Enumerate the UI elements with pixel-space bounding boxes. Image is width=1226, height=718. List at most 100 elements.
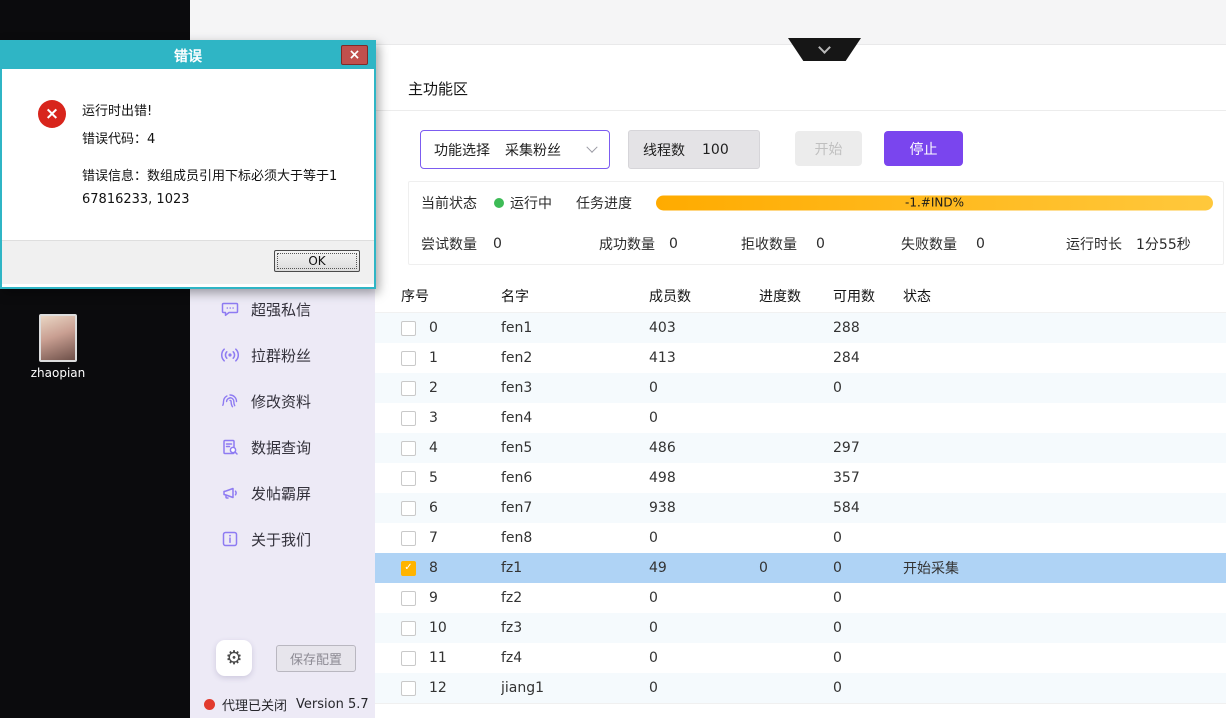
header-progress: 进度数: [759, 286, 833, 306]
row-checkbox[interactable]: [401, 321, 416, 336]
table-row[interactable]: 9fz200: [375, 583, 1226, 613]
cell-members: 403: [649, 320, 759, 336]
status-panel: 当前状态 运行中 任务进度 -1.#IND% 尝试数量 0 成功数量 0 拒收数…: [408, 181, 1224, 265]
progress-bar: -1.#IND%: [656, 195, 1213, 210]
table-row[interactable]: 2fen300: [375, 373, 1226, 403]
cell-available: 288: [833, 320, 903, 336]
error-message-line1: 运行时出错!: [82, 100, 152, 119]
stop-button[interactable]: 停止: [884, 131, 963, 166]
dialog-close-button[interactable]: ×: [341, 45, 368, 65]
chat-icon: [220, 299, 240, 319]
cell-members: 498: [649, 470, 759, 486]
cell-available: 584: [833, 500, 903, 516]
search-doc-icon: [220, 437, 240, 457]
function-select-label: 功能选择: [434, 140, 490, 160]
table-row[interactable]: 3fen40: [375, 403, 1226, 433]
status-row-1: 当前状态 运行中 任务进度 -1.#IND%: [409, 182, 1223, 223]
table-row[interactable]: 12jiang100: [375, 673, 1226, 703]
row-checkbox[interactable]: [401, 381, 416, 396]
row-checkbox[interactable]: ✓: [401, 561, 416, 576]
photo-thumbnail: [39, 314, 77, 362]
cell-name: fz4: [501, 650, 649, 666]
current-status-label: 当前状态: [421, 193, 477, 213]
group-table: 序号 名字 成员数 进度数 可用数 状态 0fen14032881fen2413…: [375, 280, 1226, 704]
cell-available: 357: [833, 470, 903, 486]
cell-available: 284: [833, 350, 903, 366]
counter-value: 0: [493, 236, 502, 252]
cell-progress: 0: [759, 560, 833, 576]
cell-members: 486: [649, 440, 759, 456]
gear-button[interactable]: ⚙: [216, 640, 252, 676]
counter-label: 失败数量: [901, 234, 957, 254]
proxy-status-dot: [204, 699, 215, 710]
row-checkbox[interactable]: [401, 531, 416, 546]
counter-label: 运行时长: [1066, 234, 1122, 254]
error-icon: ×: [38, 100, 66, 128]
cell-members: 0: [649, 650, 759, 666]
row-checkbox[interactable]: [401, 351, 416, 366]
function-select-value: 采集粉丝: [505, 140, 561, 160]
sidebar-item-pull-fans[interactable]: 拉群粉丝: [190, 332, 375, 378]
cell-index: 7: [429, 530, 501, 546]
counter-label: 拒收数量: [741, 234, 797, 254]
ok-button[interactable]: OK: [274, 250, 360, 272]
sidebar-item-about-us[interactable]: 关于我们: [190, 516, 375, 562]
desktop-icon-zhaopian[interactable]: zhaopian: [30, 314, 86, 380]
cell-members: 49: [649, 560, 759, 576]
sidebar-item-private-message[interactable]: 超强私信: [190, 286, 375, 332]
cell-available: 0: [833, 530, 903, 546]
sidebar-item-label: 发帖霸屏: [251, 483, 311, 504]
table-row[interactable]: ✓8fz14900开始采集: [375, 553, 1226, 583]
cell-available: 0: [833, 680, 903, 696]
table-row[interactable]: 5fen6498357: [375, 463, 1226, 493]
cell-index: 4: [429, 440, 501, 456]
threads-value: 100: [702, 142, 729, 158]
cell-index: 12: [429, 680, 501, 696]
threads-input[interactable]: 线程数 100: [628, 130, 760, 169]
cell-available: 0: [833, 380, 903, 396]
dialog-body: × 运行时出错! 错误代码：4 错误信息：数组成员引用下标必须大于等于1 678…: [2, 69, 374, 240]
cell-members: 0: [649, 530, 759, 546]
row-checkbox[interactable]: [401, 651, 416, 666]
table-row[interactable]: 4fen5486297: [375, 433, 1226, 463]
counter-value: 0: [669, 236, 678, 252]
gear-icon: ⚙: [225, 647, 242, 669]
function-select[interactable]: 功能选择 采集粉丝: [420, 130, 610, 169]
sidebar-item-label: 超强私信: [251, 299, 311, 320]
save-config-button[interactable]: 保存配置: [276, 645, 356, 672]
sidebar-item-post-flood[interactable]: 发帖霸屏: [190, 470, 375, 516]
app-topbar: [190, 0, 1226, 45]
cell-name: fen3: [501, 380, 649, 396]
cell-available: 297: [833, 440, 903, 456]
task-progress-label: 任务进度: [576, 193, 632, 213]
sidebar-item-edit-profile[interactable]: 修改资料: [190, 378, 375, 424]
header-available: 可用数: [833, 286, 903, 306]
cell-members: 0: [649, 410, 759, 426]
row-checkbox[interactable]: [401, 501, 416, 516]
threads-label: 线程数: [643, 140, 685, 160]
row-checkbox[interactable]: [401, 471, 416, 486]
cell-name: fz1: [501, 560, 649, 576]
table-header: 序号 名字 成员数 进度数 可用数 状态: [375, 280, 1226, 313]
table-row[interactable]: 10fz300: [375, 613, 1226, 643]
table-row[interactable]: 6fen7938584: [375, 493, 1226, 523]
sidebar-item-label: 拉群粉丝: [251, 345, 311, 366]
start-button[interactable]: 开始: [795, 131, 862, 166]
section-divider: [375, 110, 1226, 111]
table-row[interactable]: 0fen1403288: [375, 313, 1226, 343]
row-checkbox[interactable]: [401, 411, 416, 426]
cell-name: fen7: [501, 500, 649, 516]
desktop-icon-label: zhaopian: [30, 366, 86, 380]
table-row[interactable]: 7fen800: [375, 523, 1226, 553]
table-row[interactable]: 1fen2413284: [375, 343, 1226, 373]
table-row[interactable]: 11fz400: [375, 643, 1226, 673]
chevron-down-icon: [818, 41, 831, 54]
row-checkbox[interactable]: [401, 621, 416, 636]
cell-name: jiang1: [501, 680, 649, 696]
row-checkbox[interactable]: [401, 681, 416, 696]
sidebar-item-data-query[interactable]: 数据查询: [190, 424, 375, 470]
cell-members: 0: [649, 620, 759, 636]
cell-members: 413: [649, 350, 759, 366]
row-checkbox[interactable]: [401, 441, 416, 456]
row-checkbox[interactable]: [401, 591, 416, 606]
